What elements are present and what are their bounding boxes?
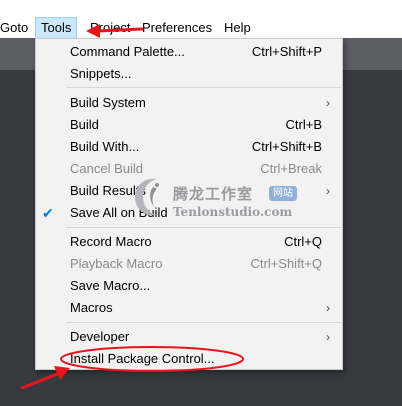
annotation-arrowhead-top [86,24,100,38]
annotation-arrow-top [96,27,144,33]
annotation-arrow-bottom [20,371,62,390]
annotation-overlay [20,24,244,390]
annotation-ellipse [60,346,244,372]
